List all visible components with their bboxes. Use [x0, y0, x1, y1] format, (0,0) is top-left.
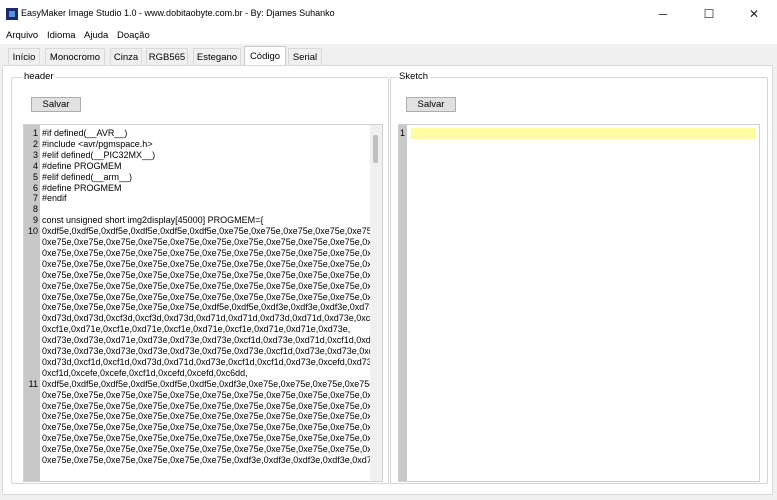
title-bar: EasyMaker Image Studio 1.0 - www.dobitao… — [0, 0, 777, 28]
code-line: 0xd73e,0xd73e,0xd71e,0xd73e,0xd73e,0xd73… — [42, 335, 383, 346]
line-number: 7 — [32, 193, 38, 204]
menu-idioma[interactable]: Idioma — [47, 28, 76, 44]
code-line: #define PROGMEM — [42, 182, 122, 193]
tab-bar: Início Monocromo Cinza RGB565 Estegano C… — [0, 44, 777, 66]
line-number: 11 — [28, 378, 38, 389]
code-line: 0xe75e,0xe75e,0xe75e,0xe75e,0xe75e,0xe75… — [42, 422, 382, 433]
maximize-button[interactable]: ☐ — [686, 0, 732, 28]
code-line: 0xe75e,0xe75e,0xe75e,0xe75e,0xe75e,0xe75… — [42, 280, 382, 291]
line-number: 3 — [32, 149, 38, 160]
code-line: 0xe75e,0xe75e,0xe75e,0xe75e,0xe75e,0xe75… — [42, 247, 382, 258]
header-group: header Salvar 1 #if defined(__AVR__) 2 #in… — [11, 71, 389, 484]
close-button[interactable]: ✕ — [731, 0, 777, 28]
code-line: 0xe75e,0xe75e,0xe75e,0xe75e,0xe75e,0xe75… — [42, 389, 382, 400]
header-editor-scrollbar[interactable] — [370, 125, 382, 481]
line-number: 9 — [32, 215, 38, 226]
code-line: 0xdf5e,0xdf5e,0xdf5e,0xdf5e,0xdf5e,0xdf5… — [42, 378, 383, 389]
code-line: 0xe75e,0xe75e,0xe75e,0xe75e,0xe75e,0xe75… — [42, 411, 382, 422]
code-line: #elif defined(__arm__) — [42, 171, 133, 182]
code-line: 0xdf5e,0xdf5e,0xdf5e,0xdf5e,0xdf5e,0xdf5… — [42, 226, 383, 237]
line-number: 1 — [32, 128, 38, 138]
menu-ajuda[interactable]: Ajuda — [84, 28, 108, 44]
code-line: 0xe75e,0xe75e,0xe75e,0xe75e,0xe75e,0xe75… — [42, 433, 382, 444]
tab-codigo[interactable]: Código — [244, 46, 286, 66]
line-number: 4 — [32, 160, 38, 171]
code-line: const unsigned short img2display[45000] … — [42, 215, 264, 226]
code-line: 0xe75e,0xe75e,0xe75e,0xe75e,0xe75e,0xe75… — [42, 444, 382, 455]
tab-serial[interactable]: Serial — [288, 48, 322, 65]
code-line: 0xcf1e,0xd71e,0xcf1e,0xd71e,0xcf1e,0xd71… — [42, 324, 351, 335]
code-line: 0xe75e,0xe75e,0xe75e,0xe75e,0xe75e,0xe75… — [42, 291, 382, 302]
code-line: 0xe75e,0xe75e,0xe75e,0xe75e,0xe75e,0xe75… — [42, 400, 382, 411]
sketch-line-number: 1 — [399, 128, 405, 138]
code-line: #include <avr/pgmspace.h> — [42, 138, 153, 149]
window-title: EasyMaker Image Studio 1.0 - www.dobitao… — [21, 8, 335, 18]
line-number: 10 — [27, 226, 38, 237]
code-line: 0xe75e,0xe75e,0xe75e,0xe75e,0xe75e,0xdf5… — [42, 302, 383, 313]
menu-arquivo[interactable]: Arquivo — [6, 28, 38, 44]
scrollbar-thumb[interactable] — [373, 135, 378, 163]
tab-monocromo[interactable]: Monocromo — [45, 48, 105, 65]
tab-rgb565[interactable]: RGB565 — [146, 48, 188, 65]
app-icon — [6, 8, 18, 20]
sketch-line-number-gutter — [399, 125, 407, 481]
code-line: #define PROGMEM — [42, 160, 122, 171]
sketch-save-button[interactable]: Salvar — [406, 97, 456, 112]
header-save-button[interactable]: Salvar — [31, 97, 81, 112]
code-line: #endif — [42, 193, 67, 204]
line-number: 8 — [32, 204, 38, 215]
code-line: 0xe75e,0xe75e,0xe75e,0xe75e,0xe75e,0xe75… — [42, 258, 382, 269]
code-line: 0xe75e,0xe75e,0xe75e,0xe75e,0xe75e,0xe75… — [42, 455, 383, 465]
header-code-editor[interactable]: 1 #if defined(__AVR__) 2 #include <avr/pgm… — [23, 124, 383, 482]
code-line: 0xd73e,0xd73e,0xd73e,0xd73e,0xd73e,0xd75… — [42, 346, 383, 356]
code-line: 0xe75e,0xe75e,0xe75e,0xe75e,0xe75e,0xe75… — [42, 269, 382, 280]
sketch-code-editor[interactable]: 1 — [398, 124, 760, 482]
header-group-label: header — [22, 71, 56, 82]
tab-estegano[interactable]: Estegano — [193, 48, 241, 65]
tab-content-codigo: header Salvar 1 #if defined(__AVR__) 2 #in… — [2, 65, 773, 495]
line-number: 2 — [32, 138, 38, 149]
code-line: 0xe75e,0xe75e,0xe75e,0xe75e,0xe75e,0xe75… — [42, 237, 382, 247]
line-number: 6 — [32, 182, 38, 193]
sketch-group: Sketch Salvar 1 — [390, 71, 768, 484]
code-line: 0xcf1d,0xcefe,0xcefe,0xcf1d,0xcefd,0xcef… — [42, 367, 248, 378]
tab-cinza[interactable]: Cinza — [110, 48, 142, 65]
code-line: #elif defined(__PIC32MX__) — [42, 149, 156, 160]
sketch-group-label: Sketch — [397, 71, 431, 82]
minimize-button[interactable]: ─ — [640, 0, 686, 28]
code-line: 0xd73d,0xd73d,0xcf3d,0xcf3d,0xd73d,0xd71… — [42, 313, 383, 324]
code-line: #if defined(__AVR__) — [42, 128, 128, 138]
code-line: 0xd73d,0xcf1d,0xcf1d,0xd73d,0xd71d,0xd73… — [42, 356, 380, 367]
line-number: 5 — [32, 171, 38, 182]
current-line-highlight — [411, 128, 756, 139]
menu-bar: Arquivo Idioma Ajuda Doação — [0, 28, 777, 44]
menu-doacao[interactable]: Doação — [117, 28, 150, 44]
tab-inicio[interactable]: Início — [8, 48, 40, 65]
